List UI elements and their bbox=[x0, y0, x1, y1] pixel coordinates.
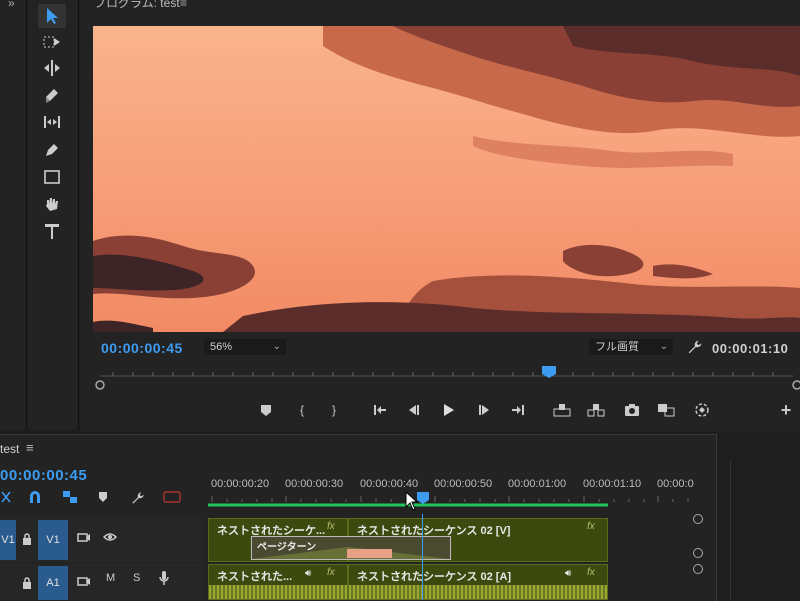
ruler-start-handle bbox=[95, 380, 105, 390]
ruler-label: 00:00:00:20 bbox=[211, 478, 270, 490]
nest-toggle-icon[interactable] bbox=[0, 490, 12, 509]
meter-track bbox=[730, 460, 791, 600]
a1-track-header: A1 M S bbox=[0, 564, 205, 600]
go-to-out-icon[interactable] bbox=[506, 398, 530, 422]
tools-panel bbox=[28, 0, 79, 430]
zoom-select[interactable]: 56% ⌄ bbox=[204, 339, 286, 355]
lock-icon[interactable] bbox=[22, 576, 32, 594]
transport-controls: { } + bbox=[250, 398, 800, 422]
current-timecode[interactable]: 00:00:00:45 bbox=[101, 340, 183, 356]
audio-meters-panel bbox=[718, 434, 800, 600]
comparison-view-icon[interactable] bbox=[654, 398, 678, 422]
a1-clip-2[interactable]: ネストされたシーケンス 02 [A] 🔊︎ fx bbox=[348, 564, 608, 600]
lock-icon[interactable] bbox=[22, 532, 32, 550]
scroll-handle-audio[interactable] bbox=[693, 564, 703, 574]
ruler-label: 00:00:01:10 bbox=[583, 478, 642, 490]
quality-value: フル画質 bbox=[595, 341, 639, 353]
wrench-icon[interactable] bbox=[686, 338, 704, 361]
linked-selection-icon[interactable] bbox=[62, 490, 78, 509]
rectangle-icon[interactable] bbox=[38, 165, 66, 189]
ruler-end-handle bbox=[792, 380, 800, 390]
fx-badge: fx bbox=[587, 567, 595, 578]
mark-in-icon[interactable]: { bbox=[290, 398, 314, 422]
audio-waveform bbox=[209, 585, 347, 599]
audio-waveform-icon: 🔊︎ bbox=[305, 568, 312, 579]
panel-menu-icon[interactable]: ≡ bbox=[180, 0, 187, 10]
expand-icon[interactable]: » bbox=[8, 0, 15, 10]
type-icon[interactable] bbox=[38, 219, 66, 243]
step-back-icon[interactable] bbox=[402, 398, 426, 422]
program-monitor-title: プログラム: test bbox=[94, 0, 180, 10]
clip-label: ネストされたシーケンス 02 [A] bbox=[357, 571, 512, 583]
fx-badge: fx bbox=[327, 521, 335, 532]
captions-icon[interactable] bbox=[163, 490, 181, 509]
settings-wrench-icon[interactable] bbox=[130, 490, 146, 511]
ripple-edit-icon[interactable] bbox=[38, 56, 66, 80]
microphone-icon[interactable] bbox=[158, 570, 170, 591]
eye-icon[interactable] bbox=[102, 530, 118, 548]
source-patch-v1[interactable]: V1 bbox=[0, 520, 16, 560]
transition-page-turn[interactable]: ページターン bbox=[251, 536, 451, 560]
chevron-down-icon: ⌄ bbox=[659, 341, 668, 352]
video-preview bbox=[93, 26, 800, 332]
track-area: V1 V1 ネストされたシーケ... fx ネストされたシーケンス 02 [V]… bbox=[0, 514, 716, 600]
mute-button[interactable]: M bbox=[106, 572, 115, 584]
solo-button[interactable]: S bbox=[133, 572, 140, 584]
slip-tool-icon[interactable] bbox=[38, 110, 66, 134]
track-select-forward-icon[interactable] bbox=[38, 30, 66, 54]
duration-timecode: 00:00:01:10 bbox=[712, 341, 789, 356]
pen-icon[interactable] bbox=[38, 138, 66, 162]
go-to-in-icon[interactable] bbox=[368, 398, 392, 422]
track-target-a1[interactable]: A1 bbox=[38, 566, 68, 600]
timeline-ruler[interactable]: 00:00:00:20 00:00:00:30 00:00:00:40 00:0… bbox=[208, 478, 698, 508]
lift-icon[interactable] bbox=[550, 398, 574, 422]
hand-icon[interactable] bbox=[38, 192, 66, 216]
ruler-label: 00:00:00:30 bbox=[285, 478, 344, 490]
ruler-label: 00:00:01:00 bbox=[508, 478, 567, 490]
zoom-value: 56% bbox=[210, 341, 233, 353]
mouse-cursor-icon bbox=[405, 490, 419, 516]
step-forward-icon[interactable] bbox=[472, 398, 496, 422]
add-button-icon[interactable]: + bbox=[774, 398, 798, 422]
sync-lock-icon[interactable] bbox=[77, 574, 91, 592]
v1-track-header: V1 V1 bbox=[0, 518, 205, 562]
timeline-tools-row bbox=[0, 490, 200, 506]
program-time-ruler[interactable] bbox=[93, 366, 800, 394]
audio-waveform bbox=[349, 585, 607, 599]
selection-tool-icon[interactable] bbox=[38, 4, 66, 28]
clip-label: ネストされた... bbox=[217, 571, 293, 583]
sync-lock-icon[interactable] bbox=[77, 530, 91, 548]
track-target-v1[interactable]: V1 bbox=[38, 520, 68, 560]
sequence-tab[interactable]: test bbox=[0, 442, 19, 456]
scroll-handle-top[interactable] bbox=[693, 514, 703, 524]
ruler-label: 00:00:00:50 bbox=[434, 478, 493, 490]
timeline-timecode[interactable]: 00:00:00:45 bbox=[0, 467, 87, 484]
camera-icon[interactable] bbox=[620, 398, 644, 422]
left-panel-strip: » bbox=[0, 0, 27, 430]
fx-badge: fx bbox=[327, 567, 335, 578]
playhead-line bbox=[422, 514, 423, 600]
quality-select[interactable]: フル画質 ⌄ bbox=[589, 339, 673, 355]
ruler-label: 00:00:0 bbox=[657, 478, 694, 490]
mark-out-icon[interactable]: } bbox=[322, 398, 346, 422]
add-marker-icon[interactable] bbox=[254, 398, 278, 422]
extract-icon[interactable] bbox=[584, 398, 608, 422]
add-marker-icon[interactable] bbox=[97, 490, 109, 509]
play-icon[interactable] bbox=[436, 398, 460, 422]
audio-waveform-icon: 🔊︎ bbox=[565, 568, 572, 579]
vr-toggle-icon[interactable] bbox=[690, 398, 714, 422]
a1-clip-1[interactable]: ネストされた... 🔊︎ fx bbox=[208, 564, 348, 600]
fx-badge: fx bbox=[587, 521, 595, 532]
scroll-handle-mid[interactable] bbox=[693, 548, 703, 558]
ruler-label: 00:00:00:40 bbox=[360, 478, 419, 490]
razor-icon[interactable] bbox=[38, 83, 66, 107]
snap-icon[interactable] bbox=[28, 490, 42, 509]
timeline-menu-icon[interactable]: ≡ bbox=[26, 440, 34, 455]
chevron-down-icon: ⌄ bbox=[272, 341, 281, 352]
